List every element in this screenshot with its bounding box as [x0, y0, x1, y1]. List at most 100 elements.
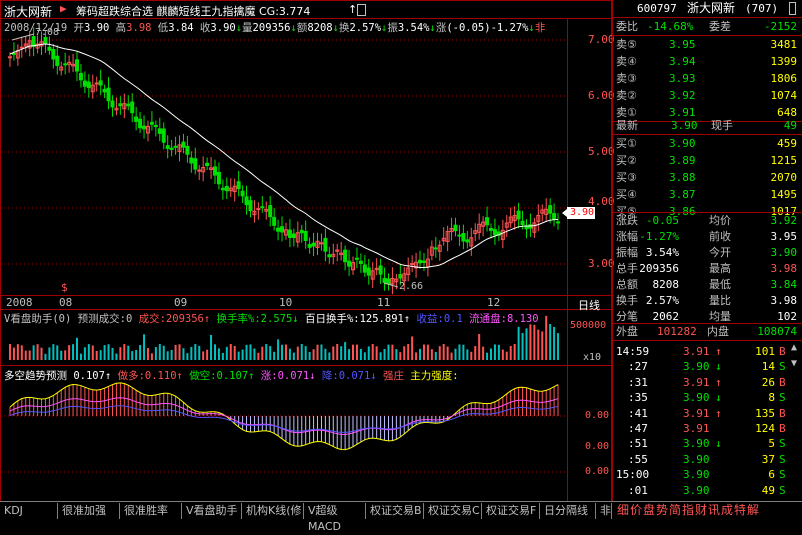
- candle-body: [31, 36, 36, 47]
- volume-bar: [83, 347, 86, 360]
- volume-bar: [198, 345, 201, 360]
- candle-body: [94, 82, 99, 85]
- indicator-tab[interactable]: 权证交易C: [424, 503, 482, 519]
- candle-body: [520, 220, 525, 226]
- candle-body: [256, 208, 261, 211]
- indicator-tab[interactable]: 权证交易B: [366, 503, 424, 519]
- indicator-tab[interactable]: 非: [596, 503, 612, 519]
- candle-body: [173, 145, 178, 148]
- volume-bar: [162, 345, 165, 360]
- tick-time: :01: [628, 483, 648, 497]
- period-label[interactable]: 日线: [578, 297, 600, 313]
- volume-bar: [139, 345, 142, 360]
- volume-bar: [470, 351, 473, 360]
- volume-bar: [72, 344, 75, 360]
- outer-inner-row: 外盘 101282 内盘 108074: [616, 325, 797, 338]
- quote-header: 600797 浙大网新 (707): [613, 0, 802, 17]
- chart-area[interactable]: 浙大网新 ▶ 筹码超跌综合选 麒麟短线王九指擒魔 CG:3.774 ↑ 2008…: [0, 0, 615, 502]
- volume-bar: [430, 349, 433, 360]
- indicator-tab[interactable]: 日分隔线: [540, 503, 596, 519]
- price-axis-6: 6.00: [588, 89, 615, 102]
- stat-label: 涨跌: [616, 214, 638, 227]
- candle-body: [260, 206, 265, 209]
- indicator-tab[interactable]: V看盘助手: [182, 503, 242, 519]
- volume-bar: [127, 345, 130, 360]
- volume-axis-unit: x10: [583, 352, 602, 363]
- price-axis-7: 7.00: [588, 33, 615, 46]
- volume-bar: [340, 346, 343, 360]
- stat-value: -1.27%: [639, 230, 679, 243]
- volume-bar: [131, 351, 134, 360]
- indicator-arrow-icon: ↑: [348, 3, 358, 16]
- candle-body: [280, 226, 285, 233]
- candle-body: [311, 242, 316, 247]
- candle-body: [213, 166, 217, 176]
- side-tab-strip[interactable]: 细价盘势简指财讯成特解: [617, 501, 760, 519]
- bid-volume: 2070: [770, 171, 798, 184]
- volume-bar: [265, 344, 268, 360]
- volume-bar: [284, 344, 287, 360]
- volume-bar: [415, 352, 418, 360]
- scroll-up-icon: ▲: [791, 342, 798, 353]
- candle-body: [7, 56, 12, 59]
- candle-body: [485, 217, 490, 226]
- candle-body: [319, 242, 324, 245]
- indicator-box-icon[interactable]: [357, 4, 366, 16]
- stat-label: 最低: [709, 278, 731, 291]
- month-label-12: 12: [487, 296, 501, 309]
- volume-bar: [379, 352, 382, 360]
- bid-label: 买②: [616, 154, 637, 167]
- volume-bar: [214, 344, 216, 360]
- candle-body: [185, 145, 190, 155]
- indicator-tab[interactable]: KDJ: [0, 503, 58, 519]
- kline-chart-svg[interactable]: [0, 0, 612, 502]
- candle-body: [138, 118, 143, 129]
- volume-bar: [537, 329, 540, 360]
- volume-bar: [395, 349, 398, 360]
- volume-bar: [107, 344, 110, 360]
- volume-bar: [20, 345, 23, 360]
- stat-value: 8208: [652, 278, 680, 291]
- volume-bar: [150, 353, 153, 360]
- candle-body: [272, 216, 277, 226]
- volume-bar: [308, 351, 311, 360]
- indicator-tab[interactable]: V超级MACD: [304, 503, 366, 533]
- stat-value: 3.98: [770, 262, 798, 275]
- indicator-tab[interactable]: 很准加强: [58, 503, 120, 519]
- ask-volume: 1399: [770, 55, 798, 68]
- volume-bar: [529, 324, 532, 360]
- ask-row: 卖④ 3.94 1399: [613, 53, 802, 70]
- candle-body: [240, 190, 245, 197]
- candle-body: [410, 263, 415, 266]
- volume-bar: [355, 344, 358, 360]
- indicator-tab[interactable]: 权证交易F: [482, 503, 540, 519]
- volume-bar: [24, 350, 27, 360]
- candle-body: [161, 128, 166, 143]
- bid-volume: 1215: [770, 154, 798, 167]
- indicator-tab[interactable]: 机构K线(修: [242, 503, 304, 519]
- volume-bar: [367, 346, 370, 360]
- tick-scroll-strip[interactable]: ▲ ▼: [789, 342, 801, 492]
- volume-bar: [320, 344, 323, 360]
- indicator-title[interactable]: 筹码超跌综合选 麒麟短线王九指擒魔 CG:3.774: [76, 3, 310, 19]
- stat-label: 总额: [616, 278, 638, 291]
- indicator-tab[interactable]: 很准胜率: [120, 503, 182, 519]
- volume-bar: [391, 344, 394, 360]
- candle-body: [552, 213, 557, 220]
- volume-bar: [300, 344, 303, 360]
- candle-body: [86, 81, 91, 89]
- stat-label: 换手: [616, 294, 638, 307]
- stock-switch-triangle-icon[interactable]: ▶: [60, 2, 67, 15]
- volume-bar: [233, 345, 236, 360]
- volume-bar: [497, 344, 500, 360]
- volume-bar: [403, 346, 406, 360]
- candle-body: [110, 100, 115, 108]
- volume-bar: [178, 344, 181, 360]
- stat-value: 3.95: [770, 230, 798, 243]
- volume-axis-top: 500000: [570, 320, 607, 331]
- month-label-2008: 2008: [6, 296, 33, 309]
- candle-body: [149, 121, 154, 125]
- volume-bar: [221, 352, 224, 360]
- quote-header-box-icon[interactable]: [789, 2, 796, 15]
- candle-body: [63, 63, 68, 66]
